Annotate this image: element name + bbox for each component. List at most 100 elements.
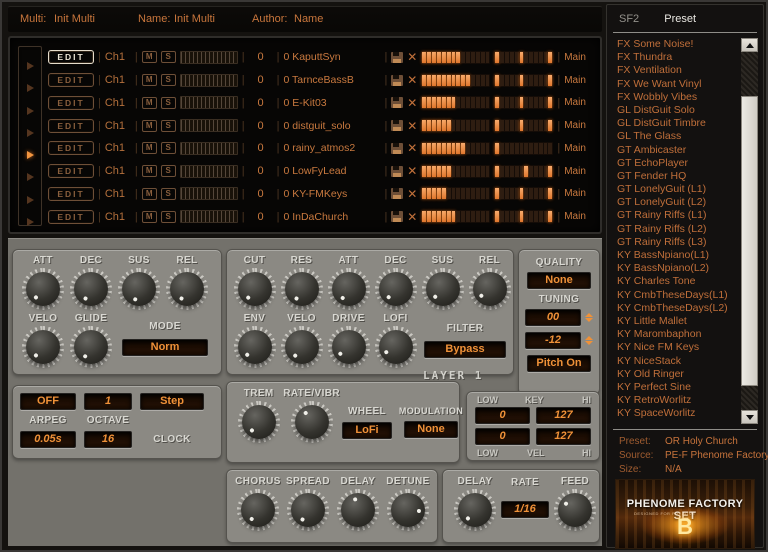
pan-meter[interactable]: [494, 187, 553, 200]
arpeg-clock-display[interactable]: 16: [84, 431, 132, 448]
channel-select[interactable]: Ch1: [105, 97, 131, 109]
channel-select[interactable]: Ch1: [105, 188, 131, 200]
preset-list-item[interactable]: GT Fender HQ: [617, 170, 737, 183]
save-icon[interactable]: [391, 166, 403, 177]
arpeg-time-display[interactable]: 0.05s: [20, 431, 76, 448]
preset-list-item[interactable]: FX Some Noise!: [617, 38, 737, 51]
volume-meter[interactable]: [421, 74, 490, 87]
preset-list-item[interactable]: GL DistGuit Timbre: [617, 117, 737, 130]
preset-list-item[interactable]: KY NiceStack: [617, 355, 737, 368]
preset-list-item[interactable]: KY BassNpiano(L2): [617, 262, 737, 275]
vel-hi-display[interactable]: 127: [536, 428, 591, 445]
author-value[interactable]: Name: [294, 13, 323, 25]
save-icon[interactable]: [391, 211, 403, 222]
multi-value[interactable]: Init Multi: [54, 13, 95, 25]
spinner-up-icon[interactable]: [585, 313, 593, 317]
velo-knob[interactable]: [22, 326, 64, 368]
channel-select[interactable]: Ch1: [105, 120, 131, 132]
preset-name[interactable]: 0 E-Kit03: [283, 97, 380, 109]
preset-name[interactable]: 0 KY-FMKeys: [283, 188, 380, 200]
filter-dec-knob[interactable]: [375, 268, 417, 310]
preset-list-item[interactable]: KY BassNpiano(L1): [617, 249, 737, 262]
row-arrow-icon[interactable]: [27, 107, 34, 115]
delay-rate-display[interactable]: 1/16: [501, 501, 549, 518]
volume-meter[interactable]: [421, 51, 490, 64]
save-icon[interactable]: [391, 120, 403, 131]
output-select[interactable]: Main: [564, 97, 592, 108]
mute-button[interactable]: M: [142, 51, 157, 63]
preset-list-item[interactable]: GT Rainy Riffs (L3): [617, 236, 737, 249]
output-select[interactable]: Main: [564, 166, 592, 177]
solo-button[interactable]: S: [161, 188, 176, 200]
clear-icon[interactable]: ✕: [407, 120, 417, 132]
channel-select[interactable]: Ch1: [105, 74, 131, 86]
preset-list-item[interactable]: KY Perfect Sine: [617, 381, 737, 394]
pan-meter[interactable]: [494, 210, 553, 223]
arpeg-octave-display[interactable]: 1: [84, 393, 132, 410]
output-select[interactable]: Main: [564, 75, 592, 86]
clear-icon[interactable]: ✕: [407, 51, 417, 63]
clear-icon[interactable]: ✕: [407, 74, 417, 86]
save-icon[interactable]: [391, 143, 403, 154]
pan-meter[interactable]: [494, 119, 553, 132]
edit-button[interactable]: EDIT: [48, 210, 94, 224]
wheel-display[interactable]: LoFi: [342, 422, 392, 439]
program-number[interactable]: 0: [249, 188, 273, 200]
trem-knob[interactable]: [238, 401, 280, 443]
scroll-up-button[interactable]: [741, 38, 758, 52]
program-number[interactable]: 0: [249, 97, 273, 109]
preset-list-item[interactable]: GT EchoPlayer: [617, 157, 737, 170]
program-number[interactable]: 0: [249, 211, 273, 223]
preset-list-item[interactable]: KY CmbTheseDays(L2): [617, 302, 737, 315]
channel-select[interactable]: Ch1: [105, 51, 131, 63]
row-arrow-icon[interactable]: [27, 196, 34, 204]
tuning-coarse-display[interactable]: 00: [525, 309, 581, 326]
mute-button[interactable]: M: [142, 165, 157, 177]
delay-knob[interactable]: [454, 489, 496, 531]
arpeg-mode-display[interactable]: Step: [140, 393, 204, 410]
solo-button[interactable]: S: [161, 97, 176, 109]
row-arrow-icon[interactable]: [27, 173, 34, 181]
pan-meter[interactable]: [494, 142, 553, 155]
row-arrow-icon[interactable]: [27, 62, 34, 70]
program-number[interactable]: 0: [249, 74, 273, 86]
solo-button[interactable]: S: [161, 165, 176, 177]
filter-rel-knob[interactable]: [469, 268, 511, 310]
spinner-down-icon[interactable]: [585, 318, 593, 322]
clear-icon[interactable]: ✕: [407, 165, 417, 177]
preset-list-item[interactable]: KY Little Mallet: [617, 315, 737, 328]
solo-button[interactable]: S: [161, 120, 176, 132]
preset-list-item[interactable]: GL DistGuit Solo: [617, 104, 737, 117]
key-hi-display[interactable]: 127: [536, 407, 591, 424]
row-arrow-icon[interactable]: [27, 218, 34, 226]
preset-list-item[interactable]: KY CmbTheseDays(L1): [617, 289, 737, 302]
edit-button[interactable]: EDIT: [48, 141, 94, 155]
preset-list-item[interactable]: FX Wobbly Vibes: [617, 91, 737, 104]
edit-button[interactable]: EDIT: [48, 50, 94, 64]
preset-list-item[interactable]: GT LonelyGuit (L1): [617, 183, 737, 196]
tuning-fine-display[interactable]: -12: [525, 332, 581, 349]
feed-knob[interactable]: [554, 489, 596, 531]
preset-list-item[interactable]: KY Old Ringer: [617, 368, 737, 381]
pitch-toggle-display[interactable]: Pitch On: [527, 355, 591, 372]
volume-meter[interactable]: [421, 210, 490, 223]
env-knob[interactable]: [234, 326, 276, 368]
sus-knob[interactable]: [118, 268, 160, 310]
volume-meter[interactable]: [421, 165, 490, 178]
solo-button[interactable]: S: [161, 74, 176, 86]
preset-list-item[interactable]: FX Thundra: [617, 51, 737, 64]
pan-meter[interactable]: [494, 96, 553, 109]
pan-meter[interactable]: [494, 165, 553, 178]
res-knob[interactable]: [281, 268, 323, 310]
mute-button[interactable]: M: [142, 211, 157, 223]
tuning-coarse-spinner[interactable]: [585, 309, 593, 326]
save-icon[interactable]: [391, 97, 403, 108]
clear-icon[interactable]: ✕: [407, 211, 417, 223]
output-select[interactable]: Main: [564, 188, 592, 199]
mode-display[interactable]: Norm: [122, 339, 208, 356]
mute-button[interactable]: M: [142, 120, 157, 132]
output-select[interactable]: Main: [564, 211, 592, 222]
tuning-fine-spinner[interactable]: [585, 332, 593, 349]
save-icon[interactable]: [391, 188, 403, 199]
preset-name[interactable]: 0 LowFyLead: [283, 165, 380, 177]
